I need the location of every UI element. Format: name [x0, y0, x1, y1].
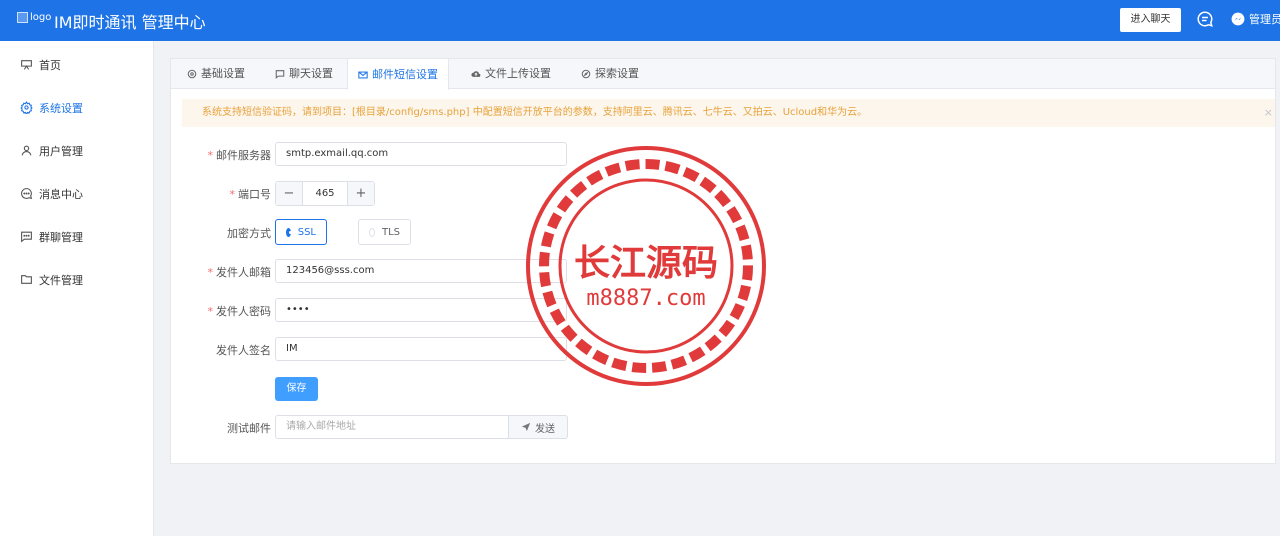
messenger-icon — [1231, 12, 1245, 26]
sidebar-item-system-settings[interactable]: 系统设置 — [0, 86, 154, 129]
sender-password-input[interactable]: •••• — [275, 298, 567, 322]
tab-file-upload-settings[interactable]: 文件上传设置 — [461, 59, 561, 89]
sms-info-alert: 系统支持短信验证码，请到项目：[根目录/config/sms.php] 中配置短… — [182, 99, 1275, 127]
sidebar-item-label: 首页 — [39, 58, 61, 72]
gear-icon — [20, 101, 33, 114]
tab-label: 聊天设置 — [289, 67, 333, 80]
sidebar-item-label: 群聊管理 — [39, 230, 83, 244]
port-stepper: − 465 + — [275, 181, 375, 206]
settings-tabs: 基础设置 聊天设置 邮件短信设置 文件上传设置 探索设置 — [171, 59, 1275, 90]
sender-signature-input[interactable]: IM — [275, 337, 567, 361]
tab-label: 文件上传设置 — [485, 67, 551, 80]
tab-basic-settings[interactable]: 基础设置 — [177, 59, 255, 89]
sidebar-item-users[interactable]: 用户管理 — [0, 129, 154, 172]
tab-label: 邮件短信设置 — [372, 67, 438, 81]
compass-icon — [581, 69, 591, 79]
tab-label: 基础设置 — [201, 67, 245, 80]
radio-label: TLS — [381, 226, 400, 238]
radio-dot — [369, 227, 375, 237]
top-bar: logo IM即时通讯 管理中心 进入聊天 管理员 — [0, 0, 1280, 41]
gear-icon — [187, 69, 197, 79]
cloud-upload-icon — [471, 71, 481, 77]
enter-chat-button[interactable]: 进入聊天 — [1120, 8, 1181, 32]
admin-label: 管理员 — [1249, 13, 1280, 26]
tls-radio[interactable]: TLS — [358, 219, 411, 245]
sender-email-label: * 发件人邮箱 — [207, 266, 272, 279]
increment-button[interactable]: + — [348, 182, 374, 205]
user-icon — [21, 145, 32, 156]
send-button[interactable]: 发送 — [509, 415, 568, 439]
chat-bubble-icon[interactable] — [1196, 10, 1214, 28]
paper-plane-icon — [521, 422, 531, 432]
message-icon — [21, 188, 33, 200]
save-button[interactable]: 保存 — [275, 377, 318, 401]
radio-label: SSL — [297, 226, 316, 238]
watermark-title: 长江源码 — [574, 243, 718, 284]
decrement-button[interactable]: − — [276, 182, 302, 205]
sidebar-item-home[interactable]: 首页 — [0, 43, 154, 86]
sender-password-label: * 发件人密码 — [207, 305, 272, 318]
mail-icon — [358, 71, 368, 78]
port-label: * 端口号 — [229, 188, 272, 201]
sidebar: 首页 系统设置 用户管理 消息中心 群聊管理 文件管理 — [0, 41, 154, 536]
sidebar-item-messages[interactable]: 消息中心 — [0, 172, 154, 215]
group-chat-icon — [21, 231, 32, 243]
watermark-site: m8887.com — [586, 286, 705, 311]
tab-label: 探索设置 — [595, 67, 639, 80]
test-mail-input[interactable]: 请输入邮件地址 — [275, 415, 509, 439]
tab-explore-settings[interactable]: 探索设置 — [571, 59, 649, 89]
tab-mail-sms-settings[interactable]: 邮件短信设置 — [347, 59, 449, 90]
sidebar-item-files[interactable]: 文件管理 — [0, 258, 154, 301]
ssl-radio[interactable]: SSL — [275, 219, 327, 245]
tab-chat-settings[interactable]: 聊天设置 — [265, 59, 343, 89]
admin-menu[interactable]: 管理员 — [1231, 11, 1280, 27]
mail-server-input[interactable]: smtp.exmail.qq.com — [275, 142, 567, 166]
close-icon[interactable]: × — [1264, 99, 1273, 127]
logo-alt-text: logo — [30, 12, 52, 23]
sidebar-item-label: 用户管理 — [39, 144, 83, 158]
radio-dot — [286, 227, 292, 237]
sender-email-input[interactable]: 123456@sss.com — [275, 259, 567, 283]
app-title: IM即时通讯 管理中心 — [54, 13, 206, 32]
sidebar-item-group-chats[interactable]: 群聊管理 — [0, 215, 154, 258]
mail-server-label: * 邮件服务器 — [207, 149, 272, 162]
alert-text: 系统支持短信验证码，请到项目：[根目录/config/sms.php] 中配置短… — [202, 107, 868, 118]
broken-image-icon — [17, 12, 28, 23]
chat-icon — [275, 70, 285, 79]
sidebar-item-label: 文件管理 — [39, 273, 83, 287]
send-label: 发送 — [535, 423, 555, 435]
port-input[interactable]: 465 — [302, 182, 348, 205]
home-icon — [21, 60, 32, 70]
folder-icon — [21, 275, 32, 284]
encryption-label: 加密方式 — [227, 227, 271, 240]
sidebar-item-label: 消息中心 — [39, 187, 83, 201]
logo: logo — [17, 12, 51, 23]
watermark-stamp: 长江源码 m8887.com — [526, 146, 766, 386]
sender-signature-label: 发件人签名 — [216, 344, 271, 357]
sidebar-item-label: 系统设置 — [39, 101, 83, 115]
test-mail-label: 测试邮件 — [227, 422, 271, 435]
